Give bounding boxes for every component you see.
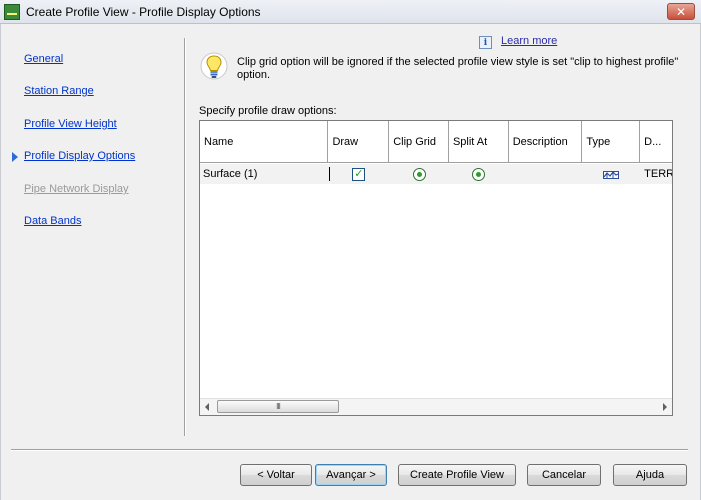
scroll-left-icon[interactable] xyxy=(205,403,209,411)
clip-grid-note: Clip grid option will be ignored if the … xyxy=(237,56,679,81)
cell-description[interactable] xyxy=(509,164,583,184)
cell-type xyxy=(582,164,640,184)
lightbulb-icon xyxy=(200,52,228,80)
cell-d[interactable]: TERRE xyxy=(640,164,672,184)
cell-draw: ✓ xyxy=(328,164,389,184)
column-header-clip-grid[interactable]: Clip Grid xyxy=(389,121,449,163)
help-button[interactable]: Ajuda xyxy=(613,464,687,486)
scroll-right-icon[interactable] xyxy=(663,403,667,411)
app-icon xyxy=(4,3,20,20)
nav-item-general[interactable]: General xyxy=(24,53,63,65)
cell-name[interactable]: Surface (1) xyxy=(200,164,328,184)
wizard-nav: General Station Range Profile View Heigh… xyxy=(1,24,186,444)
current-step-arrow-icon xyxy=(12,152,18,162)
surface-profile-icon[interactable] xyxy=(603,169,620,179)
grid-header: Name Draw Clip Grid Split At Description… xyxy=(200,121,672,163)
column-header-d[interactable]: D... xyxy=(640,121,672,163)
cancel-button[interactable]: Cancelar xyxy=(527,464,601,486)
grid-caption: Specify profile draw options: xyxy=(199,105,337,117)
close-button[interactable]: ✕ xyxy=(667,3,695,20)
title-bar: Create Profile View - Profile Display Op… xyxy=(0,0,701,24)
column-header-description[interactable]: Description xyxy=(509,121,583,163)
table-row[interactable]: Surface (1) ✓ TERRE xyxy=(200,164,672,184)
nav-item-data-bands[interactable]: Data Bands xyxy=(24,215,81,227)
cell-clip-grid xyxy=(389,164,449,184)
column-header-name[interactable]: Name xyxy=(200,121,329,163)
nav-item-pipe-network-display: Pipe Network Display xyxy=(24,183,129,195)
cell-split-at xyxy=(449,164,509,184)
back-button[interactable]: < Voltar xyxy=(240,464,312,486)
nav-item-profile-display-options[interactable]: Profile Display Options xyxy=(24,150,135,162)
scroll-thumb[interactable]: III xyxy=(217,400,339,413)
window-title: Create Profile View - Profile Display Op… xyxy=(26,4,261,19)
footer-divider xyxy=(11,449,688,450)
profile-options-grid: Name Draw Clip Grid Split At Description… xyxy=(199,120,673,416)
info-icon[interactable]: i xyxy=(479,36,492,49)
split-at-radio[interactable] xyxy=(472,167,486,181)
column-header-draw[interactable]: Draw xyxy=(328,121,390,163)
dialog-body: General Station Range Profile View Heigh… xyxy=(0,24,701,500)
learn-more-link[interactable]: Learn more xyxy=(501,35,557,47)
create-profile-view-button[interactable]: Create Profile View xyxy=(398,464,516,486)
draw-checkbox[interactable]: ✓ xyxy=(352,167,366,181)
clip-grid-radio[interactable] xyxy=(412,167,426,181)
horizontal-scrollbar[interactable]: III xyxy=(200,398,672,415)
next-button[interactable]: Avançar > xyxy=(315,464,387,486)
column-header-type[interactable]: Type xyxy=(582,121,641,163)
text-cursor xyxy=(329,167,330,181)
nav-item-profile-view-height[interactable]: Profile View Height xyxy=(24,118,117,130)
nav-item-station-range[interactable]: Station Range xyxy=(24,85,94,97)
column-header-split-at[interactable]: Split At xyxy=(449,121,509,163)
nav-divider xyxy=(184,38,185,436)
